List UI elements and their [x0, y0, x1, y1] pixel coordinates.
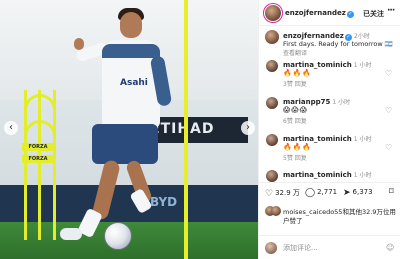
liked-by-text-2: 户赞了 [283, 217, 303, 225]
comment-header: martina_tominich 1 小时 [283, 170, 372, 179]
post-photo[interactable]: ETIHAD BYD FORZA FORZA Asahi ‹ › [0, 0, 258, 259]
more-options-icon[interactable]: ··· [387, 6, 395, 16]
jersey-sponsor: Asahi [120, 78, 148, 88]
comment-likes[interactable]: 3赞 [283, 81, 293, 88]
comment-header: martina_tominich 1 小时 [283, 60, 372, 69]
photo-drill-sign: FORZA [22, 143, 54, 151]
comment-avatar[interactable] [266, 134, 278, 146]
comment-likes[interactable]: 6赞 [283, 118, 293, 125]
comment-item: martina_tominich 1 小时 🔥🔥🔥 5赞 回复 ♡ [259, 132, 400, 168]
comment-item: marianpp75 1 小时 😱😱😱 6赞 回复 ♡ [259, 95, 400, 131]
comment-like-heart-icon[interactable]: ♡ [385, 69, 392, 78]
caption-avatar[interactable] [265, 30, 279, 44]
comment-meta: 6赞 回复 [283, 116, 307, 125]
shares-count: 6,373 [352, 188, 373, 196]
comment-likes[interactable]: 5赞 [283, 155, 293, 162]
comment-time: 1 小时 [332, 99, 351, 106]
comment-reply-button[interactable]: 回复 [295, 155, 307, 162]
comment-header: martina_tominich 1 小时 [283, 134, 372, 143]
comment-username[interactable]: marianpp75 [283, 98, 330, 106]
heart-icon[interactable]: ♡ [265, 189, 273, 199]
comment-text: 🔥🔥🔥 [283, 69, 313, 77]
comment-text: 😱😱😱 [283, 106, 308, 114]
liker-avatar-2 [271, 206, 281, 216]
comment-reply-button[interactable]: 回复 [295, 118, 307, 125]
author-avatar[interactable] [265, 5, 281, 21]
comment-time: 1 小时 [353, 136, 372, 143]
comment-item: martina_tominich 1 小时 🔥🔥🔥 3赞 回复 ♡ [259, 58, 400, 94]
post-side-panel: enzojfernandez ✓ 已关注 ··· enzojfernandez ✓ … [258, 0, 400, 259]
comment-action[interactable]: ◯ 2,771 [305, 188, 337, 198]
author-username[interactable]: enzojfernandez ✓ [285, 9, 354, 18]
emoji-icon[interactable]: ☺ [386, 243, 394, 252]
comment-meta: 5赞 回复 [283, 153, 307, 162]
post-header: enzojfernandez ✓ 已关注 ··· [259, 0, 400, 26]
photo-training-pole [184, 0, 188, 259]
comments-count: 2,771 [317, 188, 338, 196]
share-action[interactable]: ➤ 6,373 [343, 188, 373, 198]
viewer-avatar [265, 242, 277, 254]
translate-link[interactable]: 查看翻译 [283, 48, 307, 57]
comment-username[interactable]: martina_tominich [283, 171, 352, 179]
liked-by-summary[interactable]: moises_caicedo55和其他32.9万位用 户赞了 [259, 204, 400, 226]
carousel-prev-button[interactable]: ‹ [4, 121, 18, 135]
comment-like-heart-icon[interactable]: ♡ [385, 143, 392, 152]
comment-meta: 3赞 回复 [283, 79, 307, 88]
comment-time: 1 小时 [353, 62, 372, 69]
post-viewer: ETIHAD BYD FORZA FORZA Asahi ‹ › enzojfe… [0, 0, 400, 259]
verified-badge-icon: ✓ [346, 11, 354, 18]
comment-reply-button[interactable]: 回复 [295, 81, 307, 88]
comment-text: 🔥🔥🔥 [283, 143, 313, 151]
caption-text: First days. Ready for tomorrow 🇦🇷 [283, 40, 393, 48]
post-actions-bar: ♡ 32.9 万 ◯ 2,771 ➤ 6,373 ⌑ [259, 182, 400, 204]
comment-like-heart-icon[interactable]: ♡ [385, 106, 392, 115]
comment-username[interactable]: martina_tominich [283, 61, 352, 69]
photo-drill-sign-2: FORZA [22, 155, 54, 163]
comment-username[interactable]: martina_tominich [283, 135, 352, 143]
comment-time: 1 小时 [353, 172, 372, 179]
bookmark-icon[interactable]: ⌑ [389, 187, 394, 197]
likes-count: 32.9 万 [275, 189, 300, 197]
caption-time: 2小时 [354, 33, 370, 40]
comment-bubble-icon[interactable]: ◯ [305, 188, 315, 198]
comment-avatar[interactable] [266, 170, 278, 182]
post-caption: enzojfernandez ✓ 2小时 First days. Ready fo… [259, 28, 400, 57]
author-username-text[interactable]: enzojfernandez [285, 9, 346, 17]
comment-input[interactable] [283, 242, 373, 254]
following-button[interactable]: 已关注 [363, 9, 384, 19]
like-action[interactable]: ♡ 32.9 万 [265, 188, 300, 199]
caption-username[interactable]: enzojfernandez [283, 32, 344, 40]
share-icon[interactable]: ➤ [343, 188, 351, 198]
photo-training-ladder [18, 90, 62, 240]
photo-player: Asahi [60, 0, 200, 259]
comment-avatar[interactable] [266, 97, 278, 109]
comment-header: marianpp75 1 小时 [283, 97, 350, 106]
comment-composer: ☺ [259, 235, 400, 259]
carousel-next-button[interactable]: › [241, 121, 255, 135]
comment-avatar[interactable] [266, 60, 278, 72]
comment-item: martina_tominich 1 小时 [259, 168, 400, 182]
photo-football [104, 222, 132, 250]
